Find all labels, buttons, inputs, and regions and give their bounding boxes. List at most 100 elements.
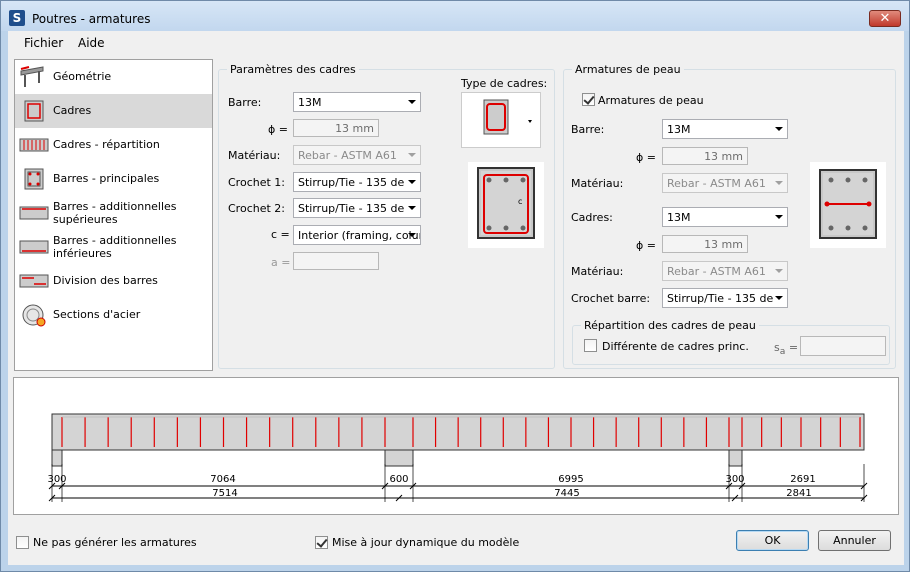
steel-section-icon [22,304,46,327]
chevron-down-icon [408,206,416,210]
bar-division-icon [19,274,49,288]
barre-combo[interactable]: 13M [293,92,421,112]
c-combo[interactable]: Interior (framing, colum [293,225,421,245]
app-icon: S [9,10,25,26]
crochet1-combo[interactable]: Stirrup/Tie - 135 de [293,172,421,192]
dialog-window: S Poutres - armatures ✕ Fichier Aide Géo… [0,0,910,572]
chevron-down-icon [408,233,416,237]
materiau-label: Matériau: [228,149,281,162]
menu-aide[interactable]: Aide [78,36,105,50]
beam-elevation-drawing: 300 7064 600 6995 300 2691 7514 7445 2841 [47,413,868,502]
nav-item-sections-acier[interactable]: Sections d'acier [15,298,212,332]
sa-label: sa = [774,341,798,357]
ne-pas-generer-checkbox[interactable] [16,536,29,549]
menu-fichier[interactable]: Fichier [24,36,63,50]
differente-cadres-label: Différente de cadres princ. [602,340,749,353]
stirrup-icon [24,100,44,122]
nav-item-cadres-repartition[interactable]: Cadres - répartition [15,128,212,162]
stirrup-section-drawing: c [477,167,535,239]
crochet2-combo[interactable]: Stirrup/Tie - 135 de [293,198,421,218]
peau-barre-combo[interactable]: 13M [662,119,788,139]
peau-cadres-combo[interactable]: 13M [662,207,788,227]
dim-label: 2691 [790,474,815,485]
combo-value: Stirrup/Tie - 135 de [298,176,405,189]
crochet1-label: Crochet 1: [228,176,285,189]
dim-label: 2841 [786,488,811,499]
type-cadres-label: Type de cadres: [461,77,548,90]
peau-phi2-field: 13 mm [662,235,748,253]
chevron-down-icon [775,269,783,273]
title-bar: S Poutres - armatures ✕ [1,1,909,31]
a-label: a = [271,256,291,269]
menu-bar: Fichier Aide [8,31,904,53]
c-label: c = [271,228,290,241]
chevron-down-icon [408,153,416,157]
chevron-down-icon [408,100,416,104]
ok-button[interactable]: OK [736,530,809,551]
dim-label: 600 [389,474,408,485]
nav-item-division-barres[interactable]: Division des barres [15,264,212,298]
dim-label: 300 [725,474,744,485]
combo-value: Stirrup/Tie - 135 de [298,202,405,215]
chevron-down-icon [408,180,416,184]
group-title: Répartition des cadres de peau [581,319,759,332]
nav-label: Barres - additionnelles supérieures [53,200,177,226]
peau-materiau2-combo: Rebar - ASTM A61 [662,261,788,281]
group-repartition-peau: Répartition des cadres de peau Différent… [572,319,890,365]
materiau-combo: Rebar - ASTM A61 [293,145,421,165]
barre-label: Barre: [571,123,605,136]
peau-materiau1-combo: Rebar - ASTM A61 [662,173,788,193]
nav-label: Géométrie [53,70,112,83]
nav-label: Barres - principales [53,172,160,185]
ne-pas-generer-label: Ne pas générer les armatures [33,536,197,549]
window-title: Poutres - armatures [32,12,151,26]
armatures-peau-checkbox[interactable] [582,93,595,106]
group-title: Armatures de peau [572,63,684,76]
phi-field: 13 mm [293,119,379,137]
dim-label: 7445 [554,488,579,499]
chevron-down-icon [775,215,783,219]
beam-preview: 300 7064 600 6995 300 2691 7514 7445 2841 [13,377,899,515]
phi-label: ϕ = [636,151,656,164]
nav-item-barres-inferieures[interactable]: Barres - additionnelles inférieures [15,230,212,264]
nav-item-barres-principales[interactable]: Barres - principales [15,162,212,196]
dim-label: 300 [47,474,66,485]
combo-value: Rebar - ASTM A61 [667,265,766,278]
nav-item-geometrie[interactable]: Géométrie [15,60,212,94]
phi-label: ϕ = [268,123,288,136]
close-button[interactable]: ✕ [869,10,901,27]
cadres-label: Cadres: [571,211,613,224]
peau-phi1-field: 13 mm [662,147,748,165]
column-2 [728,449,743,467]
annuler-button[interactable]: Annuler [818,530,891,551]
stirrup-section-preview: c [468,162,544,248]
skin-section-drawing [819,169,877,239]
chevron-down-icon [775,296,783,300]
main-bars-icon [24,168,44,190]
beam-geometry-icon [20,66,44,87]
chevron-down-icon [775,181,783,185]
nav-label: Barres - additionnelles inférieures [53,234,177,260]
nav-item-cadres[interactable]: Cadres [15,94,212,128]
combo-value: 13M [667,211,691,224]
type-cadres-picker[interactable] [461,92,541,148]
differente-cadres-checkbox[interactable] [584,339,597,352]
mise-a-jour-checkbox[interactable] [315,536,328,549]
chevron-down-icon [775,127,783,131]
dim-label: 7514 [212,488,237,499]
stirrup-type-icon [483,99,532,135]
stirrup-distribution-icon [19,138,49,152]
bottom-bars-icon [19,240,49,254]
sa-field [800,336,886,356]
a-field [293,252,379,270]
armatures-peau-label: Armatures de peau [598,94,704,107]
peau-crochet-combo[interactable]: Stirrup/Tie - 135 de [662,288,788,308]
nav-label: Sections d'acier [53,308,141,321]
combo-value: Rebar - ASTM A61 [298,149,397,162]
dialog-body: Fichier Aide Géométrie Cadres Cadres - r… [8,31,904,565]
nav-item-barres-superieures[interactable]: Barres - additionnelles supérieures [15,196,212,230]
phi-label: ϕ = [636,239,656,252]
section-nav: Géométrie Cadres Cadres - répartition Ba… [14,59,213,371]
top-bars-icon [19,206,49,220]
barre-label: Barre: [228,96,262,109]
